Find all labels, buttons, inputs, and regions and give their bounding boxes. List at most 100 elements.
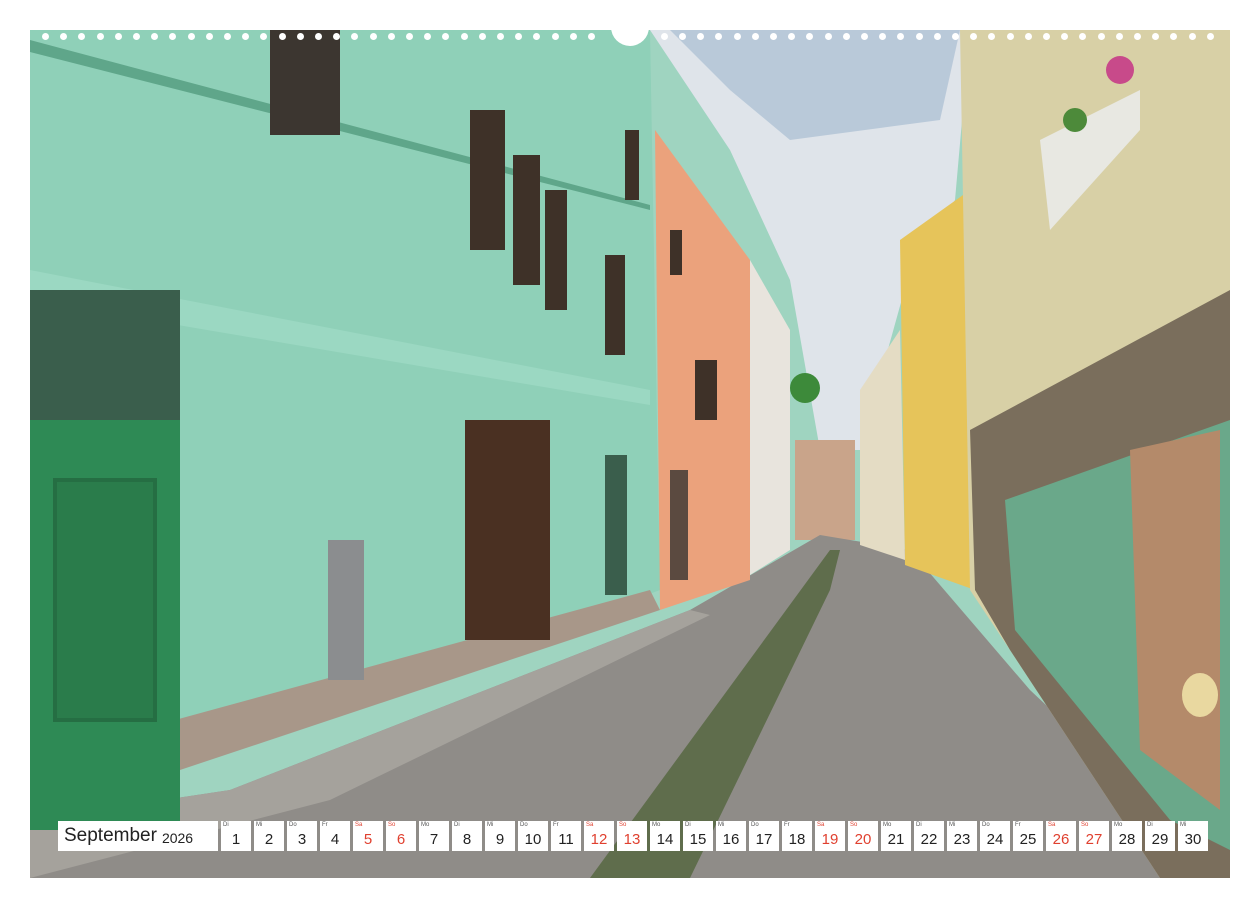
binding-hole [315,33,322,40]
binding-hole [187,33,195,40]
day-cell: Di 15 [683,821,713,851]
day-cell: Fr 18 [782,821,812,851]
binding-hole [460,33,468,40]
day-cell: Do 17 [749,821,779,851]
day-number: 17 [755,831,773,848]
day-number: 25 [1019,831,1037,848]
binding-hole [224,33,231,40]
binding-hole [861,33,868,40]
day-number: 26 [1052,831,1070,848]
binding-hole [697,33,705,40]
flowers [1063,108,1087,132]
binding-hole [970,33,978,40]
day-cell: So 13 [617,821,647,851]
day-cell: So 27 [1079,821,1109,851]
day-cell: So 6 [386,821,416,851]
day-cell: Sa 5 [353,821,383,851]
yellow-building [900,190,975,590]
day-cell: Mo 28 [1112,821,1142,851]
weekday-abbr: Di [223,822,229,828]
weekday-abbr: Do [520,822,528,828]
binding-hole [569,33,577,40]
window [470,110,505,250]
day-number: 4 [330,831,340,848]
weekday-abbr: Mi [718,822,725,828]
binding-hole [169,33,177,40]
day-cell: Sa 26 [1046,821,1076,851]
binding-hole [588,33,595,40]
day-cell: Sa 19 [815,821,845,851]
weekday-abbr: Sa [355,822,363,828]
binding-hole [78,33,86,40]
weekday-abbr: Do [982,822,990,828]
weekday-abbr: So [619,822,627,828]
binding-hole [96,33,104,40]
hanging-planter [790,373,820,403]
mailbox-panel [328,540,364,680]
door-panel [53,478,157,722]
binding-hole [715,33,723,40]
weekday-abbr: Sa [1048,822,1056,828]
day-cell: Fr 11 [551,821,581,851]
day-cell: Mi 9 [485,821,515,851]
day-cell: Mo 14 [650,821,680,851]
street-scene [30,30,1230,878]
day-number: 5 [363,831,373,848]
weekday-abbr: Di [685,822,691,828]
day-number: 29 [1151,831,1169,848]
shop-window [605,455,627,595]
weekday-abbr: Mi [949,822,956,828]
month-label: September 2026 [58,821,218,851]
weekday-abbr: Di [1147,822,1153,828]
binding-hole [278,33,286,40]
weekday-abbr: Di [916,822,922,828]
binding-hole [915,33,923,40]
day-number: 3 [297,831,307,848]
binding-hole [42,33,49,40]
binding-hole [1170,33,1178,40]
day-number: 27 [1085,831,1103,848]
day-cell: Di 1 [221,821,251,851]
binding-hole [442,33,450,40]
binding-hole [824,33,832,40]
day-number: 10 [524,831,542,848]
binding-hole [1024,33,1032,40]
day-number: 11 [558,831,574,848]
day-number: 22 [920,831,938,848]
day-number: 30 [1184,831,1202,848]
binding-hole [1115,33,1123,40]
binding-hole [242,33,250,40]
window [625,130,639,200]
weekday-abbr: Fr [322,822,328,828]
binding-hole [515,33,523,40]
weekday-abbr: Sa [817,822,825,828]
day-cell: Fr 25 [1013,821,1043,851]
binding-hole [296,33,304,40]
window [513,155,540,285]
weekday-abbr: Mo [421,822,430,828]
binding-hole [205,33,213,40]
day-cell: Di 8 [452,821,482,851]
binding-hole [533,33,541,40]
day-cell: Do 10 [518,821,548,851]
binding-hole [770,33,777,40]
weekday-abbr: Sa [586,822,594,828]
binding-hole [333,33,341,40]
weekday-abbr: Mi [256,822,263,828]
binding-hole [497,33,504,40]
binding-hole [1079,33,1087,40]
door [670,470,688,580]
binding-hole [60,33,68,40]
binding-hole [369,33,377,40]
day-number: 16 [722,831,740,848]
day-number: 2 [264,831,274,848]
binding-hole [351,33,359,40]
weekday-abbr: Mo [652,822,661,828]
day-cell: Mi 16 [716,821,746,851]
binding-hole [1061,33,1069,40]
binding-hole [1206,33,1214,40]
weekday-abbr: So [388,822,396,828]
day-cell: Di 22 [914,821,944,851]
binding-hole [551,33,559,40]
weekday-abbr: Mo [883,822,892,828]
